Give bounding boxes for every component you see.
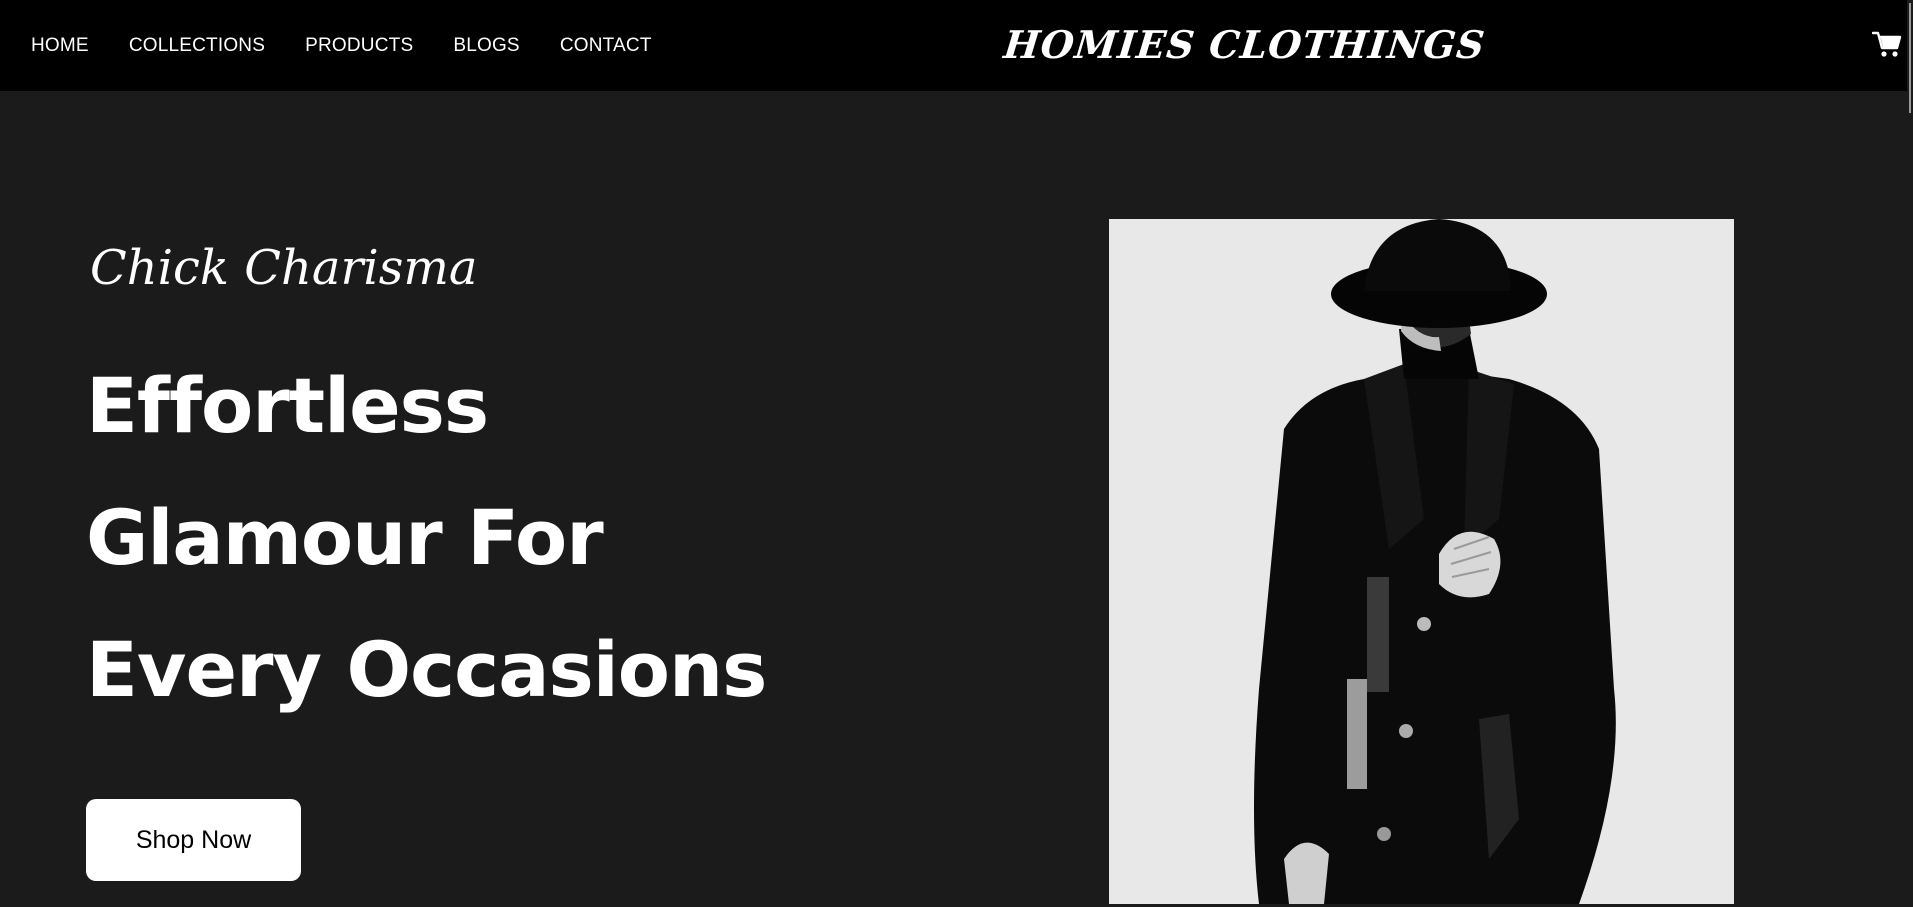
hero-eyebrow: Chick Charisma [90, 240, 478, 296]
page-scrollbar[interactable] [1907, 0, 1913, 907]
shop-now-button[interactable]: Shop Now [86, 799, 301, 881]
scrollbar-thumb[interactable] [1909, 3, 1911, 113]
shopping-cart-icon[interactable] [1871, 29, 1902, 59]
nav-home-link[interactable]: HOME [31, 35, 89, 57]
headline-line-3: Every Occasions [86, 625, 767, 714]
nav-products-link[interactable]: PRODUCTS [305, 35, 413, 57]
headline-line-1: Effortless [86, 361, 489, 450]
main-nav: HOME COLLECTIONS PRODUCTS BLOGS CONTACT [31, 0, 652, 91]
hero-model-photo [1109, 219, 1734, 904]
nav-contact-link[interactable]: CONTACT [560, 35, 652, 57]
nav-collections-link[interactable]: COLLECTIONS [129, 35, 265, 57]
headline-line-2: Glamour For [86, 493, 604, 582]
nav-blogs-link[interactable]: BLOGS [453, 35, 519, 57]
top-navigation-bar: HOME COLLECTIONS PRODUCTS BLOGS CONTACT … [0, 0, 1913, 91]
hero-headline: Effortless Glamour For Every Occasions [86, 340, 767, 736]
brand-logo[interactable]: HOMIES CLOTHINGS [1002, 22, 1488, 67]
